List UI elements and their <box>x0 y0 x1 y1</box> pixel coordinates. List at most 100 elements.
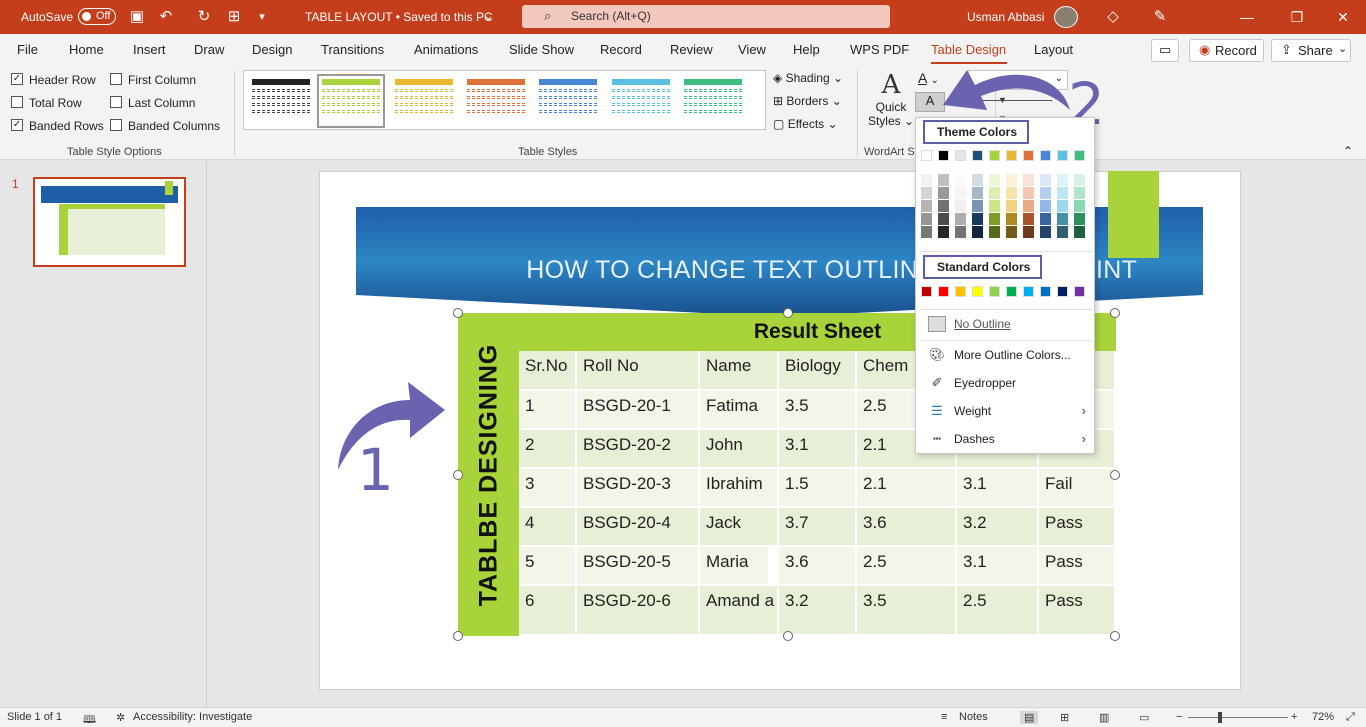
autosave-toggle[interactable]: Off <box>78 8 116 25</box>
table-cell[interactable]: BSGD-20-2 <box>577 430 700 469</box>
theme-shade-swatch[interactable] <box>1040 213 1051 225</box>
pen-icon[interactable]: ✎ <box>1150 7 1170 27</box>
theme-shade-swatch[interactable] <box>1074 174 1085 186</box>
theme-shade-swatch[interactable] <box>1057 187 1068 199</box>
table-cell[interactable]: 3.2 <box>779 586 857 636</box>
theme-shade-swatch[interactable] <box>1040 187 1051 199</box>
table-style-orange[interactable] <box>467 79 525 123</box>
theme-shade-swatch[interactable] <box>1040 226 1051 238</box>
tab-transitions[interactable]: Transitions <box>321 42 384 57</box>
theme-shade-swatch[interactable] <box>938 187 949 199</box>
slide-thumbnail[interactable] <box>33 177 186 267</box>
tab-view[interactable]: View <box>738 42 766 57</box>
slide-sorter-icon[interactable]: ⊞ <box>1060 711 1069 724</box>
resize-handle[interactable] <box>453 308 463 318</box>
theme-color-swatch[interactable] <box>921 150 932 161</box>
redo-icon[interactable]: ↻ <box>194 7 214 27</box>
table-cell[interactable]: 2.5 <box>957 586 1039 636</box>
theme-shade-swatch[interactable] <box>921 213 932 225</box>
theme-shade-swatch[interactable] <box>1006 187 1017 199</box>
standard-color-swatch[interactable] <box>1057 286 1068 297</box>
quick-styles-button[interactable]: A Quick Styles ⌄ <box>866 70 916 136</box>
record-button[interactable]: ◉ Record <box>1189 39 1264 62</box>
theme-shade-swatch[interactable] <box>1006 226 1017 238</box>
theme-color-swatch[interactable] <box>1006 150 1017 161</box>
table-cell[interactable]: BSGD-20-5 <box>577 547 700 586</box>
theme-shade-swatch[interactable] <box>1074 226 1085 238</box>
resize-handle[interactable] <box>783 631 793 641</box>
zoom-in-icon[interactable]: + <box>1291 711 1297 723</box>
notes-book-icon[interactable]: 🕮︎ <box>83 711 96 727</box>
table-cell[interactable]: Fatima <box>700 391 779 430</box>
tab-insert[interactable]: Insert <box>133 42 166 57</box>
table-cell[interactable]: Pass <box>1039 508 1116 547</box>
theme-shade-swatch[interactable] <box>955 226 966 238</box>
theme-shade-swatch[interactable] <box>1006 200 1017 212</box>
theme-shade-swatch[interactable] <box>1023 226 1034 238</box>
first-column-checkbox[interactable] <box>110 73 122 85</box>
theme-shade-swatch[interactable] <box>989 213 1000 225</box>
table-cell[interactable]: BSGD-20-1 <box>577 391 700 430</box>
theme-color-swatch[interactable] <box>955 150 966 161</box>
tab-design[interactable]: Design <box>252 42 292 57</box>
table-header-cell[interactable]: Biology <box>779 351 857 391</box>
tab-table-design[interactable]: Table Design <box>931 42 1006 57</box>
theme-shade-swatch[interactable] <box>972 174 983 186</box>
resize-handle[interactable] <box>1110 631 1120 641</box>
borders-button[interactable]: ⊞ Borders ⌄ <box>773 94 842 108</box>
table-cell[interactable]: 2.5 <box>857 547 957 586</box>
tab-help[interactable]: Help <box>793 42 820 57</box>
theme-shade-swatch[interactable] <box>972 200 983 212</box>
theme-shade-swatch[interactable] <box>1040 200 1051 212</box>
theme-color-swatch[interactable] <box>1023 150 1034 161</box>
tab-record[interactable]: Record <box>600 42 642 57</box>
table-style-black[interactable] <box>252 79 310 123</box>
theme-shade-swatch[interactable] <box>921 187 932 199</box>
table-cell[interactable]: 3.1 <box>957 547 1039 586</box>
table-cell[interactable]: 3.6 <box>779 547 857 586</box>
table-cell[interactable]: 1.5 <box>779 469 857 508</box>
table-cell[interactable]: Pass <box>1039 586 1116 636</box>
standard-color-swatch[interactable] <box>955 286 966 297</box>
tab-animations[interactable]: Animations <box>414 42 478 57</box>
theme-color-swatch[interactable] <box>1040 150 1051 161</box>
table-cell[interactable]: 3.1 <box>957 469 1039 508</box>
no-outline-item[interactable]: No Outline <box>916 311 1094 337</box>
resize-handle[interactable] <box>453 470 463 480</box>
table-cell[interactable]: Jack <box>700 508 779 547</box>
standard-color-swatch[interactable] <box>921 286 932 297</box>
table-cell[interactable]: 3.1 <box>779 430 857 469</box>
zoom-level[interactable]: 72% <box>1312 711 1334 723</box>
table-cell[interactable]: 6 <box>519 586 577 636</box>
table-side-label[interactable]: TABLBE DESIGNING <box>458 313 519 636</box>
table-cell[interactable]: 3.7 <box>779 508 857 547</box>
theme-shade-swatch[interactable] <box>972 213 983 225</box>
resize-handle[interactable] <box>783 308 793 318</box>
theme-shade-swatch[interactable] <box>989 174 1000 186</box>
table-cell[interactable]: 3.2 <box>957 508 1039 547</box>
table-cell[interactable]: John <box>700 430 779 469</box>
theme-shade-swatch[interactable] <box>1023 200 1034 212</box>
standard-color-swatch[interactable] <box>1040 286 1051 297</box>
table-cell[interactable]: 4 <box>519 508 577 547</box>
theme-shade-swatch[interactable] <box>921 174 932 186</box>
last-column-checkbox[interactable] <box>110 96 122 108</box>
table-cell[interactable]: 3.5 <box>857 586 957 636</box>
present-icon[interactable]: ⊞ <box>224 7 244 27</box>
close-button[interactable]: ✕ <box>1328 6 1358 28</box>
effects-button[interactable]: ▢ Effects ⌄ <box>773 117 838 131</box>
theme-shade-swatch[interactable] <box>955 187 966 199</box>
table-cell[interactable]: BSGD-20-6 <box>577 586 700 636</box>
table-cell[interactable]: 3 <box>519 469 577 508</box>
restore-button[interactable]: ❐ <box>1282 6 1312 28</box>
theme-shade-swatch[interactable] <box>1023 174 1034 186</box>
table-cell[interactable]: 2 <box>519 430 577 469</box>
table-cell[interactable]: Fail <box>1039 469 1116 508</box>
theme-shade-swatch[interactable] <box>1057 174 1068 186</box>
theme-shade-swatch[interactable] <box>1006 213 1017 225</box>
standard-color-swatch[interactable] <box>989 286 1000 297</box>
banded-rows-checkbox[interactable]: ✓ <box>11 119 23 131</box>
theme-shade-swatch[interactable] <box>938 226 949 238</box>
table-header-cell[interactable]: Sr.No <box>519 351 577 391</box>
theme-shade-swatch[interactable] <box>972 187 983 199</box>
